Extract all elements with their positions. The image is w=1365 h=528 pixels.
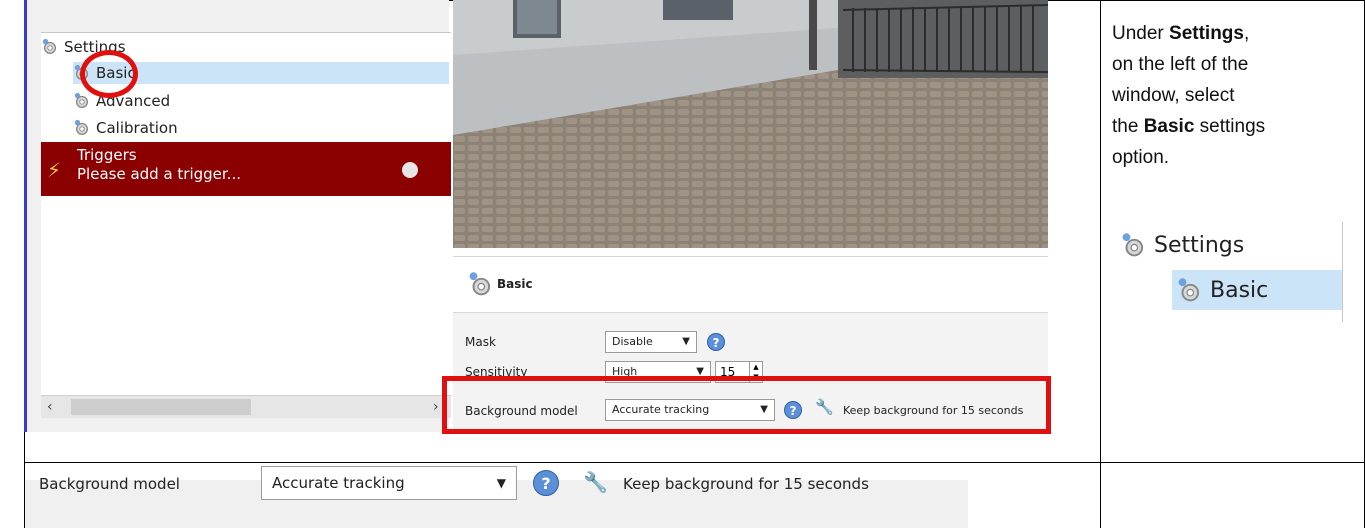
gear-icon: [1176, 277, 1202, 303]
tree-item-calibration[interactable]: Calibration: [73, 117, 178, 139]
mask-dropdown-value: Disable: [612, 335, 653, 348]
scroll-thumb[interactable]: [71, 399, 251, 415]
highlight-rectangle: [442, 376, 1051, 434]
table-border-divider-v: [1100, 0, 1101, 528]
mask-dropdown[interactable]: Disable ▼: [605, 331, 697, 353]
gear-icon: [1120, 232, 1146, 258]
background-model-zoom-strip: Background model Accurate tracking ▼ ? 🔧…: [25, 466, 968, 528]
horizontal-scrollbar[interactable]: ‹ ›: [41, 395, 451, 418]
gear-icon: [73, 92, 91, 110]
triggers-section[interactable]: ⚡ Triggers Please add a trigger...: [41, 142, 451, 196]
highlight-circle: [80, 50, 138, 98]
wrench-icon[interactable]: 🔧: [583, 470, 608, 494]
mask-label: Mask: [465, 335, 496, 349]
help-icon[interactable]: ?: [533, 470, 559, 496]
scroll-left-icon[interactable]: ‹: [47, 396, 53, 418]
scroll-right-icon[interactable]: ›: [433, 396, 439, 418]
instruction-text: Under Settings, on the left of the windo…: [1112, 18, 1342, 173]
zoom-background-model-dropdown[interactable]: Accurate tracking ▼: [261, 466, 517, 500]
inset-basic-row: Basic: [1172, 270, 1342, 310]
settings-tree-inset: Settings Basic: [1112, 222, 1343, 322]
instruction-line-2: on the left of the: [1112, 54, 1249, 75]
instruction-line-1: Under Settings,: [1112, 23, 1250, 44]
inset-settings-label: Settings: [1154, 232, 1245, 258]
inset-basic-label: Basic: [1210, 277, 1269, 303]
zoom-background-model-label: Background model: [39, 475, 180, 493]
table-border-row: [24, 462, 1365, 463]
triggers-hint: Please add a trigger...: [77, 165, 241, 183]
lightning-icon: ⚡: [47, 158, 62, 182]
panel-title: Basic: [497, 277, 533, 291]
gear-icon: [41, 38, 59, 56]
panel-header: Basic: [453, 257, 1048, 313]
help-icon[interactable]: ?: [707, 333, 725, 351]
gear-icon: [73, 119, 91, 137]
instruction-line-5: option.: [1112, 147, 1170, 168]
camera-preview-image: [453, 0, 1048, 248]
instruction-line-4: the Basic settings: [1112, 116, 1266, 137]
zoom-keep-background-text: Keep background for 15 seconds: [623, 475, 869, 493]
chevron-down-icon: ▼: [496, 476, 506, 490]
instruction-line-3: window, select: [1112, 85, 1235, 106]
triggers-title: Triggers: [77, 146, 137, 164]
tree-item-calibration-label: Calibration: [96, 119, 178, 137]
add-icon[interactable]: [402, 162, 418, 178]
inset-settings-row: Settings: [1120, 232, 1244, 258]
zoom-background-model-value: Accurate tracking: [272, 474, 405, 492]
chevron-down-icon: ▼: [682, 336, 690, 347]
gear-icon: [467, 271, 493, 297]
